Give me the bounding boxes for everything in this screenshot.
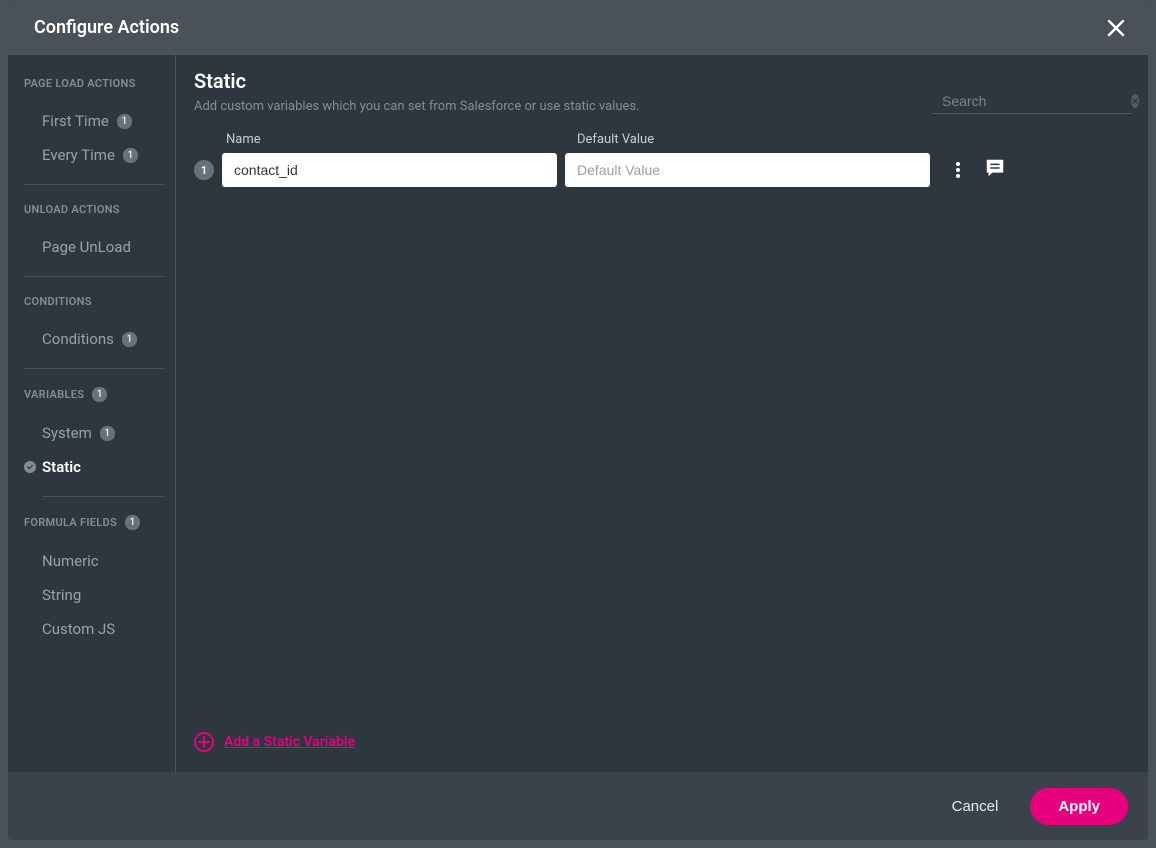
column-header-name: Name <box>226 132 561 147</box>
sidebar-item-conditions[interactable]: Conditions 1 <box>24 322 165 356</box>
sidebar-heading-conditions: CONDITIONS <box>24 295 165 308</box>
variable-row: 1 <box>194 153 1132 187</box>
sidebar-heading-unload: UNLOAD ACTIONS <box>24 203 165 216</box>
sidebar-item-label: First Time <box>42 112 109 130</box>
modal-title: Configure Actions <box>34 17 179 38</box>
column-header-default-value: Default Value <box>577 132 942 147</box>
row-menu-button[interactable] <box>950 162 966 178</box>
modal-body: PAGE LOAD ACTIONS First Time 1 Every Tim… <box>8 55 1148 772</box>
sidebar-item-custom-js[interactable]: Custom JS <box>24 612 165 646</box>
add-variable-label: Add a Static Variable <box>224 734 355 750</box>
active-indicator-icon <box>24 461 36 473</box>
sidebar-heading-formula: FORMULA FIELDS 1 <box>24 515 165 530</box>
column-headers: Name Default Value <box>194 132 1132 147</box>
x-icon <box>1131 97 1139 105</box>
count-badge: 1 <box>92 387 107 402</box>
comment-icon <box>984 157 1006 179</box>
configure-actions-modal: Configure Actions PAGE LOAD ACTIONS Firs… <box>8 0 1148 840</box>
sidebar-item-label: System <box>42 424 92 442</box>
sidebar-item-string[interactable]: String <box>24 578 165 612</box>
sidebar-divider <box>24 276 165 277</box>
count-badge: 1 <box>100 426 115 441</box>
sidebar-item-label: Custom JS <box>42 620 115 638</box>
sidebar-item-label: Every Time <box>42 146 115 164</box>
count-badge: 1 <box>125 515 140 530</box>
apply-button[interactable]: Apply <box>1030 788 1128 825</box>
content-headings: Static Add custom variables which you ca… <box>194 69 640 114</box>
count-badge: 1 <box>123 148 138 163</box>
sidebar-item-first-time[interactable]: First Time 1 <box>24 104 165 138</box>
sidebar-divider <box>24 184 165 185</box>
close-icon <box>1104 16 1128 40</box>
variable-name-input[interactable] <box>222 153 557 187</box>
clear-search-button[interactable] <box>1131 94 1139 108</box>
content-header: Static Add custom variables which you ca… <box>194 69 1132 114</box>
sidebar-item-every-time[interactable]: Every Time 1 <box>24 138 165 172</box>
search-input[interactable] <box>942 93 1123 109</box>
sidebar-heading-page-load: PAGE LOAD ACTIONS <box>24 77 165 90</box>
content-pane: Static Add custom variables which you ca… <box>176 55 1148 772</box>
kebab-icon <box>956 162 960 178</box>
sidebar-item-label: String <box>42 586 81 604</box>
sidebar-item-label: Conditions <box>42 330 114 348</box>
close-button[interactable] <box>1102 14 1130 42</box>
sidebar-item-system[interactable]: System 1 <box>24 416 165 450</box>
search-field[interactable] <box>932 91 1132 114</box>
content-title: Static <box>194 69 640 93</box>
count-badge: 1 <box>122 332 137 347</box>
sidebar-item-numeric[interactable]: Numeric <box>24 544 165 578</box>
sidebar-item-label: Static <box>42 458 81 476</box>
row-actions <box>950 157 1006 183</box>
title-bar: Configure Actions <box>8 0 1148 55</box>
sidebar-item-page-unload[interactable]: Page UnLoad <box>24 230 165 264</box>
content-subtitle: Add custom variables which you can set f… <box>194 99 640 114</box>
sidebar-divider <box>24 368 165 369</box>
variable-value-input[interactable] <box>565 153 930 187</box>
plus-circle-icon <box>194 732 214 752</box>
sidebar-heading-variables: VARIABLES 1 <box>24 387 165 402</box>
row-comment-button[interactable] <box>984 157 1006 183</box>
sidebar: PAGE LOAD ACTIONS First Time 1 Every Tim… <box>8 55 176 772</box>
sidebar-divider <box>42 496 165 497</box>
sidebar-item-static[interactable]: Static <box>24 450 165 484</box>
sidebar-item-label: Numeric <box>42 552 99 570</box>
footer: Cancel Apply <box>8 772 1148 840</box>
row-index-badge: 1 <box>194 160 214 180</box>
count-badge: 1 <box>117 114 132 129</box>
add-variable-link[interactable]: Add a Static Variable <box>194 732 1132 752</box>
cancel-button[interactable]: Cancel <box>930 788 1021 825</box>
sidebar-item-label: Page UnLoad <box>42 238 131 256</box>
